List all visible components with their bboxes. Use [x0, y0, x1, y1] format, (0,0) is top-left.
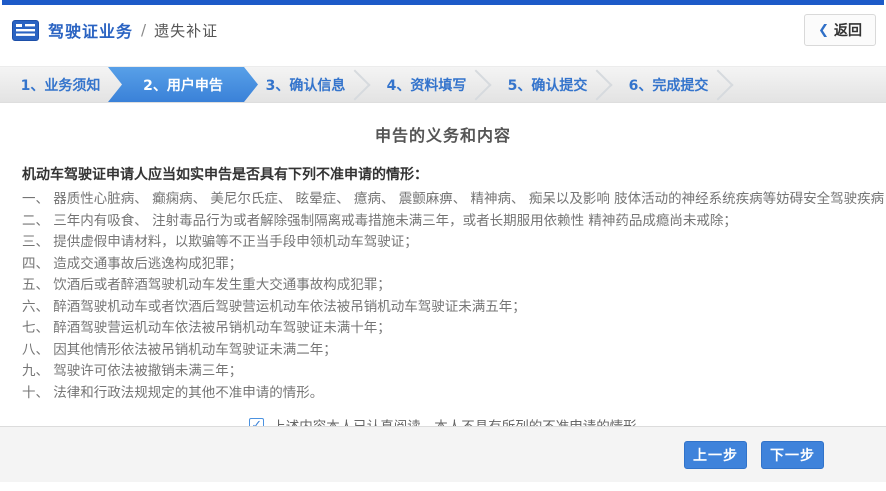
conditions-list: 一、 器质性心脏病、 癫痫病、 美尼尔氏症、 眩晕症、 癔病、 震颤麻痹、 精神…	[22, 189, 886, 404]
condition-item: 九、 驾驶许可依法被撤销未满三年；	[22, 363, 243, 379]
back-button[interactable]: ❮ 返回	[804, 14, 876, 46]
step-label: 6、完成提交	[628, 77, 709, 94]
condition-item: 十、 法律和行政法规规定的其他不准申请的情形。	[22, 384, 324, 401]
intro-text: 机动车驾驶证申请人应当如实申告是否具有下列不准申请的情形：	[22, 167, 428, 183]
back-button-label: 返回	[834, 23, 862, 39]
step-item[interactable]: 3、确认信息	[245, 67, 366, 102]
step-label: 4、资料填写	[386, 77, 467, 94]
breadcrumb-current: 遗失补证	[154, 21, 219, 40]
step-item[interactable]: 5、确认提交	[487, 67, 608, 102]
condition-item: 五、 饮酒后或者醉酒驾驶机动车发生重大交通事故构成犯罪；	[22, 277, 391, 293]
breadcrumb: 驾驶证业务 / 遗失补证	[12, 18, 218, 42]
main-content: 申告的义务和内容 机动车驾驶证申请人应当如实申告是否具有下列不准申请的情形： 一…	[0, 122, 886, 435]
step-item[interactable]: 6、完成提交	[608, 67, 729, 102]
content-title: 申告的义务和内容	[374, 126, 511, 145]
header: 驾驶证业务 / 遗失补证 ❮ 返回	[0, 5, 886, 55]
breadcrumb-separator: /	[141, 21, 147, 39]
step-label: 3、确认信息	[265, 77, 346, 94]
step-item[interactable]: 2、用户申告	[108, 67, 258, 102]
condition-item: 四、 造成交通事故后逃逸构成犯罪；	[22, 255, 243, 272]
next-step-button[interactable]: 下一步	[761, 441, 824, 469]
condition-item: 二、 三年内有吸食、 注射毒品行为或者解除强制隔离戒毒措施未满三年，或者长期服用…	[22, 212, 737, 229]
condition-item: 八、 因其他情形依法被吊销机动车驾驶证未满二年；	[22, 341, 337, 358]
footer: 上一步 下一步	[0, 426, 886, 482]
step-label: 2、用户申告	[143, 77, 223, 94]
condition-item: 七、 醉酒驾驶营运机动车依法被吊销机动车驾驶证未满十年；	[22, 320, 391, 336]
step-item[interactable]: 4、资料填写	[366, 67, 487, 102]
page-title: 驾驶证业务	[48, 22, 134, 41]
chevron-left-icon: ❮	[818, 22, 829, 38]
prev-step-button[interactable]: 上一步	[684, 441, 747, 469]
step-nav: 1、业务须知 2、用户申告 3、确认信息 4、资料填写 5、确认提交 6、完成提…	[0, 66, 886, 103]
condition-item: 三、 提供虚假申请材料，以欺骗等不正当手段申领机动车驾驶证；	[22, 234, 418, 250]
condition-item: 一、 器质性心脏病、 癫痫病、 美尼尔氏症、 眩晕症、 癔病、 震颤麻痹、 精神…	[22, 191, 886, 207]
license-card-icon	[12, 19, 39, 41]
step-label: 5、确认提交	[507, 77, 588, 94]
step-label: 1、业务须知	[20, 77, 101, 94]
page: 驾驶证业务 / 遗失补证 ❮ 返回 1、业务须知 2、用户申告 3、确认信息 4…	[0, 0, 886, 491]
condition-item: 六、 醉酒驾驶机动车或者饮酒后驾驶营运机动车依法被吊销机动车驾驶证未满五年；	[22, 298, 526, 315]
step-item[interactable]: 1、业务须知	[0, 67, 121, 102]
